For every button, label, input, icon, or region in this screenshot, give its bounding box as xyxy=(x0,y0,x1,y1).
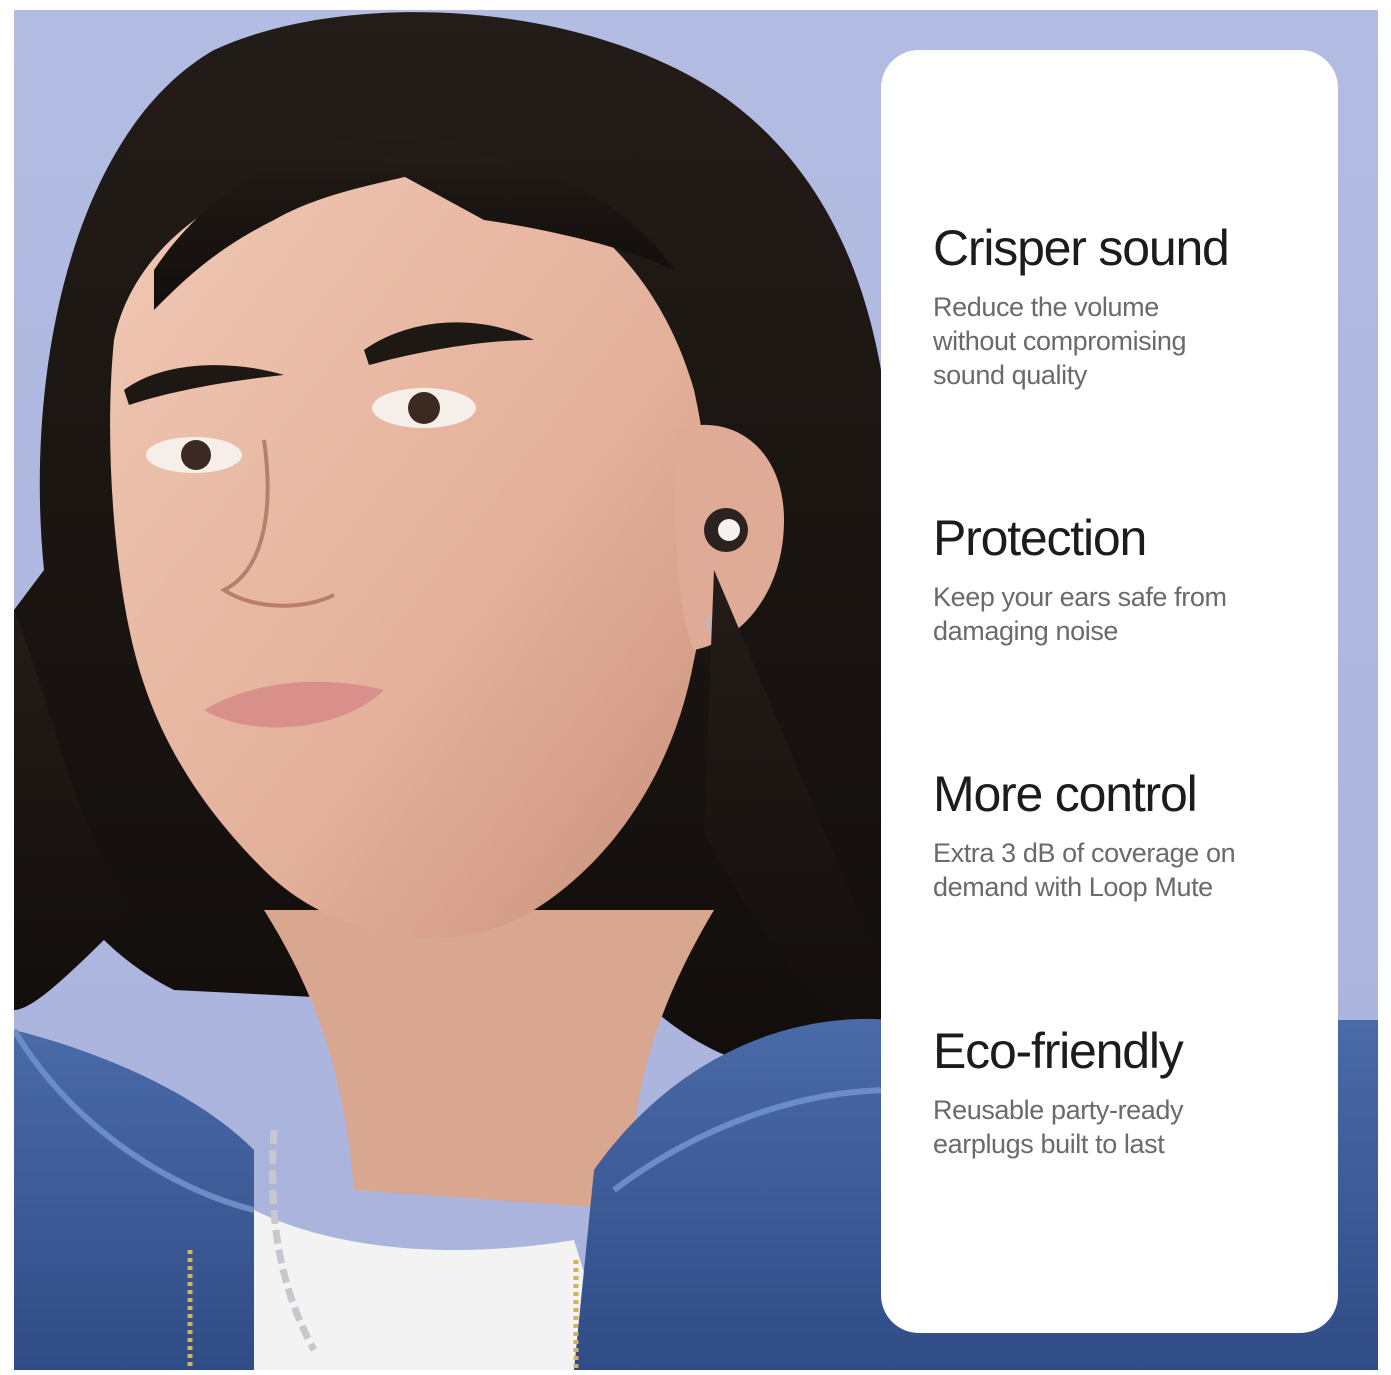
feature-title: More control xyxy=(933,766,1198,822)
feature-title: Protection xyxy=(933,510,1147,566)
feature-crisper-sound: Crisper sound Reduce the volume without … xyxy=(933,220,1313,392)
feature-description: Keep your ears safe from damaging noise xyxy=(933,582,1227,646)
product-image-frame: Crisper sound Reduce the volume without … xyxy=(14,10,1378,1370)
feature-title: Eco-friendly xyxy=(933,1023,1184,1079)
feature-title: Crisper sound xyxy=(933,220,1230,276)
feature-more-control: More control Extra 3 dB of coverage on d… xyxy=(933,766,1313,904)
feature-eco-friendly: Eco-friendly Reusable party-ready earplu… xyxy=(933,1023,1313,1161)
feature-protection: Protection Keep your ears safe from dama… xyxy=(933,510,1313,648)
feature-description: Reusable party-ready earplugs built to l… xyxy=(933,1095,1184,1159)
feature-description: Extra 3 dB of coverage on demand with Lo… xyxy=(933,838,1236,902)
feature-description: Reduce the volume without compromising s… xyxy=(933,292,1187,390)
features-panel: Crisper sound Reduce the volume without … xyxy=(881,50,1338,1333)
